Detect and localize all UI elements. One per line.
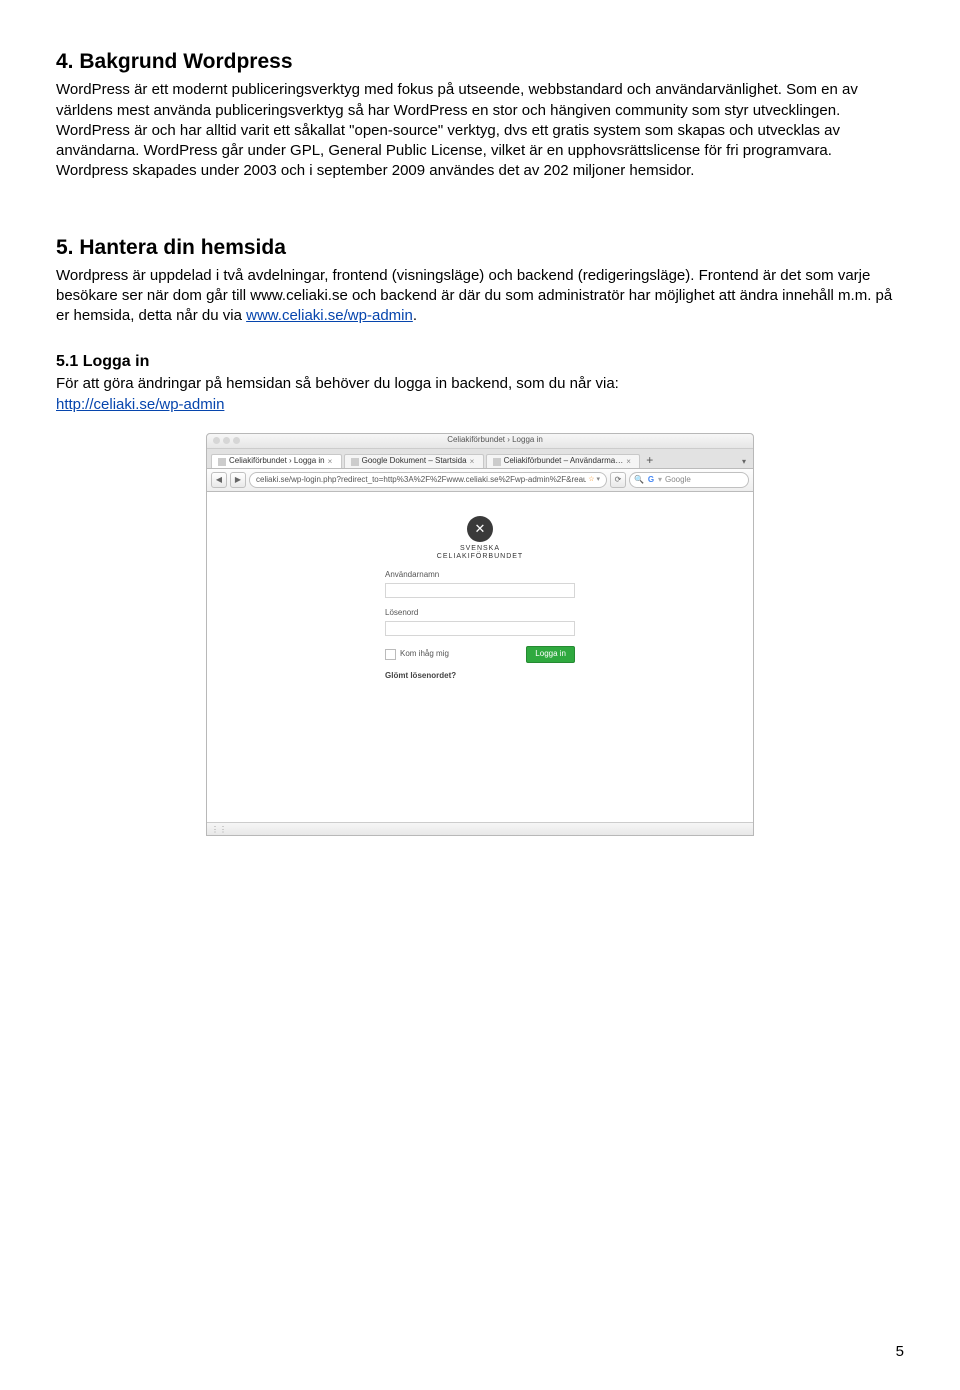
status-bar: ⋮⋮ <box>207 822 753 835</box>
browser-tab-3[interactable]: Celiakiförbundet – Användarma… × <box>486 454 641 468</box>
section-5-body-end: . <box>413 307 417 324</box>
url-field[interactable]: celiaki.se/wp-login.php?redirect_to=http… <box>249 472 607 488</box>
back-icon[interactable]: ◀ <box>211 472 227 488</box>
favicon-icon <box>493 458 501 466</box>
section-4-body: WordPress är ett modernt publiceringsver… <box>56 80 904 181</box>
login-screenshot: Celiakiförbundet › Logga in Celiakiförbu… <box>206 433 754 836</box>
traffic-light-minimize-icon <box>223 437 230 444</box>
password-label: Lösenord <box>385 608 575 619</box>
page-number: 5 <box>896 1342 904 1362</box>
tab-1-label: Celiakiförbundet › Logga in <box>229 456 325 467</box>
wp-admin-link-2[interactable]: http://celiaki.se/wp-admin <box>56 396 224 413</box>
logo-text-line1: SVENSKA <box>385 545 575 553</box>
url-text: celiaki.se/wp-login.php?redirect_to=http… <box>256 475 586 486</box>
wp-admin-link-1[interactable]: www.celiaki.se/wp-admin <box>246 307 413 324</box>
tab-overflow-icon[interactable]: ▾ <box>739 457 749 468</box>
search-field[interactable]: 🔍 G ▾ Google <box>629 472 749 488</box>
section-5-body-start: Wordpress är uppdelad i två avdelningar,… <box>56 267 892 325</box>
chevron-down-icon[interactable]: ▾ <box>596 475 600 484</box>
rss-icon[interactable]: ☆ <box>588 475 594 484</box>
page-viewport: SVENSKA CELIAKIFÖRBUNDET Användarnamn Lö… <box>207 492 753 822</box>
section-5-1-heading: 5.1 Logga in <box>56 351 904 373</box>
traffic-light-close-icon <box>213 437 220 444</box>
username-label: Användarnamn <box>385 570 575 581</box>
browser-window: Celiakiförbundet › Logga in Celiakiförbu… <box>206 433 754 836</box>
login-button[interactable]: Logga in <box>526 646 575 663</box>
favicon-icon <box>351 458 359 466</box>
window-title: Celiakiförbundet › Logga in <box>243 435 747 446</box>
tab-strip: Celiakiförbundet › Logga in × Google Dok… <box>207 449 753 469</box>
forward-icon[interactable]: ▶ <box>230 472 246 488</box>
new-tab-button[interactable]: + <box>642 452 657 468</box>
tab-3-label: Celiakiförbundet – Användarma… <box>504 456 624 467</box>
window-titlebar: Celiakiförbundet › Logga in <box>207 434 753 449</box>
remember-checkbox[interactable] <box>385 649 396 660</box>
section-5-1-body: För att göra ändringar på hemsidan så be… <box>56 374 904 394</box>
close-icon[interactable]: × <box>328 458 335 465</box>
traffic-light-zoom-icon <box>233 437 240 444</box>
address-bar: ◀ ▶ celiaki.se/wp-login.php?redirect_to=… <box>207 469 753 492</box>
username-input[interactable] <box>385 583 575 598</box>
reload-icon[interactable]: ⟳ <box>610 472 626 488</box>
section-5-body: Wordpress är uppdelad i två avdelningar,… <box>56 266 904 327</box>
logo-text-line2: CELIAKIFÖRBUNDET <box>385 553 575 561</box>
close-icon[interactable]: × <box>626 458 633 465</box>
favicon-icon <box>218 458 226 466</box>
password-input[interactable] <box>385 621 575 636</box>
site-logo: SVENSKA CELIAKIFÖRBUNDET <box>385 516 575 560</box>
login-form: SVENSKA CELIAKIFÖRBUNDET Användarnamn Lö… <box>385 516 575 682</box>
section-4-heading: 4. Bakgrund Wordpress <box>56 48 904 76</box>
browser-tab-2[interactable]: Google Dokument – Startsida × <box>344 454 484 468</box>
logo-mark-icon <box>467 516 493 542</box>
tab-2-label: Google Dokument – Startsida <box>362 456 467 467</box>
section-5-heading: 5. Hantera din hemsida <box>56 234 904 262</box>
search-icon: 🔍 <box>634 475 644 486</box>
browser-tab-1[interactable]: Celiakiförbundet › Logga in × <box>211 454 342 468</box>
search-placeholder: Google <box>665 475 691 486</box>
google-favicon-icon: G <box>647 476 655 484</box>
remember-label: Kom ihåg mig <box>400 649 449 660</box>
close-icon[interactable]: × <box>470 458 477 465</box>
forgot-password-link[interactable]: Glömt lösenordet? <box>385 671 575 682</box>
status-handle-icon: ⋮⋮ <box>211 825 221 833</box>
